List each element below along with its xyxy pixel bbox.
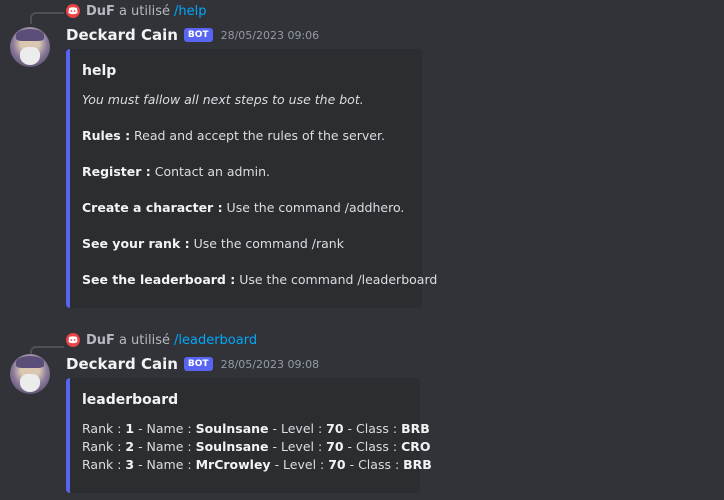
embed-title: help [82, 63, 117, 79]
embed-step: Rules : Read and accept the rules of the… [82, 128, 385, 143]
leaderboard-row: Rank : 1 - Name : Soulnsane - Level : 70… [82, 421, 430, 436]
leaderboard-row: Rank : 3 - Name : MrCrowley - Level : 70… [82, 457, 432, 472]
message-header: Deckard Cain BOT 28/05/2023 09:06 [66, 24, 319, 46]
reply-text: a utilisé [118, 332, 170, 348]
reply-command-link[interactable]: /leaderboard [174, 333, 257, 348]
avatar[interactable] [10, 27, 50, 67]
embed-step: Create a character : Use the command /ad… [82, 200, 405, 215]
reply-preview[interactable]: DuF a utilisé /leaderboard [66, 331, 257, 349]
embed-help: help You must fallow all next steps to u… [66, 49, 438, 308]
reply-username[interactable]: DuF [86, 4, 115, 19]
embed-step: Register : Contact an admin. [82, 164, 271, 179]
timestamp[interactable]: 28/05/2023 09:06 [221, 29, 320, 42]
embed-intro: You must fallow all next steps to use th… [82, 92, 364, 107]
discord-icon [66, 333, 80, 347]
bot-badge: BOT [183, 28, 213, 42]
leaderboard-row: Rank : 2 - Name : Soulnsane - Level : 70… [82, 439, 431, 454]
reply-connector [30, 12, 64, 24]
embed-step: See your rank : Use the command /rank [82, 236, 344, 251]
reply-command-link[interactable]: /help [174, 4, 206, 19]
embed-step: See the leaderboard : Use the command /l… [82, 272, 438, 287]
reply-text: a utilisé [118, 3, 170, 19]
timestamp[interactable]: 28/05/2023 09:08 [221, 358, 320, 371]
embed-title: leaderboard [82, 392, 179, 408]
message-header: Deckard Cain BOT 28/05/2023 09:08 [66, 353, 319, 375]
bot-badge: BOT [183, 357, 213, 371]
author-name[interactable]: Deckard Cain [66, 355, 178, 373]
reply-preview[interactable]: DuF a utilisé /help [66, 2, 206, 20]
author-name[interactable]: Deckard Cain [66, 26, 178, 44]
embed-leaderboard: leaderboard Rank : 1 - Name : Soulnsane … [66, 378, 432, 493]
discord-icon [66, 4, 80, 18]
avatar[interactable] [10, 354, 50, 394]
reply-username[interactable]: DuF [86, 333, 115, 348]
